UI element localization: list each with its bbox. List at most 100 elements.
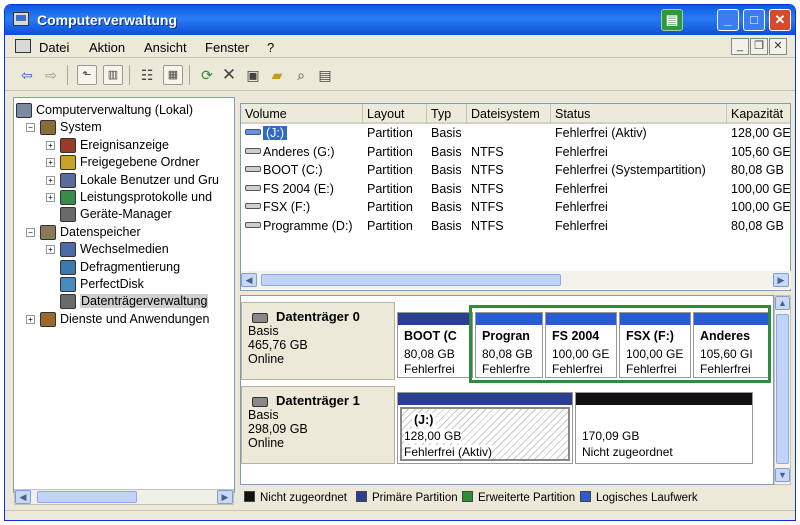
tree-node[interactable]: + Leistungsprotokolle und [14, 189, 234, 206]
properties-icon[interactable]: ☷ [137, 65, 157, 85]
show-hide-tree-icon[interactable]: ▥ [103, 65, 123, 85]
column-header[interactable]: Typ [427, 104, 467, 124]
computer-management-window: Computerverwaltung ▤ _ □ ✕ Datei Aktion … [4, 4, 796, 521]
tree-node[interactable]: + Ereignisanzeige [14, 137, 234, 154]
tree-node-label: Geräte-Manager [80, 207, 172, 222]
tree-horizontal-scrollbar[interactable]: ◀ ▶ [14, 489, 234, 505]
disk-vertical-scrollbar[interactable]: ▲ ▼ [774, 295, 791, 485]
legend-label: Logisches Laufwerk [596, 492, 698, 504]
details-icon[interactable]: ▦ [163, 65, 183, 85]
menu-help[interactable]: ? [267, 40, 274, 55]
column-header[interactable]: Dateisystem [467, 104, 551, 124]
disk-properties-icon[interactable]: ▣ [243, 65, 263, 85]
expand-icon[interactable]: + [46, 140, 55, 150]
disk-label[interactable]: Datenträger 1 Basis 298,09 GB Online [241, 386, 395, 464]
menu-aktion[interactable]: Aktion [89, 40, 125, 55]
disk-label[interactable]: Datenträger 0 Basis 465,76 GB Online [241, 302, 395, 380]
scroll-up-button[interactable]: ▲ [775, 296, 790, 310]
scroll-down-button[interactable]: ▼ [775, 468, 790, 482]
expand-icon[interactable]: + [46, 158, 55, 168]
tree-node[interactable]: + Wechselmedien [14, 241, 234, 258]
tree-node[interactable]: Datenträgerverwaltung [14, 293, 234, 310]
forward-arrow-icon[interactable]: ⇨ [41, 65, 61, 85]
keyboard-icon[interactable]: ▤ [661, 9, 683, 31]
tree-node[interactable]: Geräte-Manager [14, 206, 234, 223]
back-arrow-icon[interactable]: ⇦ [17, 65, 37, 85]
expand-icon[interactable]: + [46, 175, 55, 185]
menu-ansicht[interactable]: Ansicht [144, 40, 187, 55]
table-row[interactable]: Programme (D:) Partition Basis NTFS Fehlerfr… [241, 219, 790, 237]
up-folder-icon[interactable]: ⬑ [77, 65, 97, 85]
scroll-right-button[interactable]: ▶ [217, 490, 233, 504]
expand-icon[interactable]: + [46, 193, 55, 202]
expand-icon[interactable]: + [46, 245, 55, 255]
filesystem-cell: NTFS [471, 200, 504, 215]
removable-media-icon [60, 242, 76, 258]
mdi-restore-button[interactable]: ❐ [750, 38, 768, 55]
mdi-minimize-button[interactable]: _ [731, 38, 749, 55]
partition-legend: Nicht zugeordnet Primäre Partition Erweite… [240, 488, 791, 508]
table-row[interactable]: FS 2004 (E:) Partition Basis NTFS Fehlerfrei… [241, 182, 790, 200]
tree-node[interactable]: PerfectDisk [14, 276, 234, 293]
title-bar[interactable]: Computerverwaltung ▤ _ □ ✕ [5, 5, 795, 35]
status-cell: Fehlerfrei [555, 200, 608, 215]
scroll-right-button[interactable]: ▶ [773, 273, 789, 287]
volume-list: Volume Layout Typ Dateisystem Status Kapazitä… [240, 103, 791, 291]
scroll-left-button[interactable]: ◀ [241, 273, 257, 287]
table-row[interactable]: BOOT (C:) Partition Basis NTFS Fehlerfrei (S… [241, 163, 790, 181]
volume-name: Programme (D:) [263, 219, 353, 233]
volume-cell: Programme (D:) [241, 219, 353, 237]
disk-graphical-view: Datenträger 0 Basis 465,76 GB Online Datentr… [240, 295, 774, 485]
scroll-thumb[interactable] [261, 274, 561, 286]
tree-node-label: System [60, 120, 102, 135]
table-row[interactable]: (J:) Partition Basis Fehlerfrei (Aktiv) 128,… [241, 126, 790, 144]
window-menu-icon[interactable] [15, 39, 31, 53]
table-row[interactable]: Anderes (G:) Partition Basis NTFS Fehlerfrei… [241, 145, 790, 163]
tree-node[interactable]: + Dienste und Anwendungen [14, 311, 234, 328]
disk-management-icon [60, 294, 76, 310]
menu-datei[interactable]: Datei [39, 40, 69, 55]
partition[interactable]: 170,09 GB Nicht zugeordnet [575, 392, 753, 464]
layout-cell: Partition [367, 200, 413, 215]
tree-node-label: Wechselmedien [80, 242, 169, 257]
tree-node[interactable]: + Freigegebene Ordner [14, 154, 234, 171]
extended-partition-outline [469, 305, 771, 383]
partition[interactable]: (J:) 128,00 GB Fehlerfrei (Aktiv) [397, 392, 573, 464]
column-header[interactable]: Kapazität [727, 104, 790, 124]
tree-node[interactable]: − Datenspeicher [14, 224, 234, 241]
search-icon[interactable]: ⌕ [291, 65, 311, 85]
column-header[interactable]: Status [551, 104, 727, 124]
tree-node[interactable]: − System [14, 119, 234, 136]
legend-item: Erweiterte Partition [462, 491, 575, 504]
partition-bar [398, 393, 572, 405]
mdi-close-button[interactable]: ✕ [769, 38, 787, 55]
open-folder-icon[interactable]: ▰ [267, 65, 287, 85]
volume-horizontal-scrollbar[interactable]: ◀ ▶ [241, 271, 791, 289]
scroll-thumb[interactable] [776, 314, 789, 464]
tree-node[interactable]: Defragmentierung [14, 259, 234, 276]
maximize-button[interactable]: □ [743, 9, 765, 31]
partition-status: Fehlerfrei (Aktiv) [404, 445, 493, 459]
close-button[interactable]: ✕ [769, 9, 791, 31]
help-icon[interactable]: ▤ [315, 65, 335, 85]
collapse-icon[interactable]: − [26, 227, 35, 237]
minimize-button[interactable]: _ [717, 9, 739, 31]
scroll-left-button[interactable]: ◀ [15, 490, 31, 504]
volume-name: BOOT (C:) [263, 163, 323, 178]
delete-icon[interactable]: ✕ [219, 65, 239, 85]
partition-bar [576, 393, 752, 405]
disk-type: Basis [248, 324, 279, 338]
refresh-icon[interactable]: ⟳ [197, 65, 217, 85]
column-header[interactable]: Layout [363, 104, 427, 124]
disk-icon [252, 313, 268, 323]
expand-icon[interactable]: + [26, 314, 35, 324]
collapse-icon[interactable]: − [26, 123, 35, 133]
tree-node[interactable]: + Lokale Benutzer und Gru [14, 172, 234, 189]
column-header[interactable]: Volume [241, 104, 363, 124]
scroll-thumb[interactable] [37, 491, 137, 503]
layout-cell: Partition [367, 163, 413, 178]
table-row[interactable]: FSX (F:) Partition Basis NTFS Fehlerfrei 100,… [241, 200, 790, 218]
tree-node[interactable]: Computerverwaltung (Lokal) [14, 102, 234, 119]
partition[interactable]: BOOT (C 80,08 GB Fehlerfrei [397, 312, 473, 378]
menu-fenster[interactable]: Fenster [205, 40, 249, 55]
